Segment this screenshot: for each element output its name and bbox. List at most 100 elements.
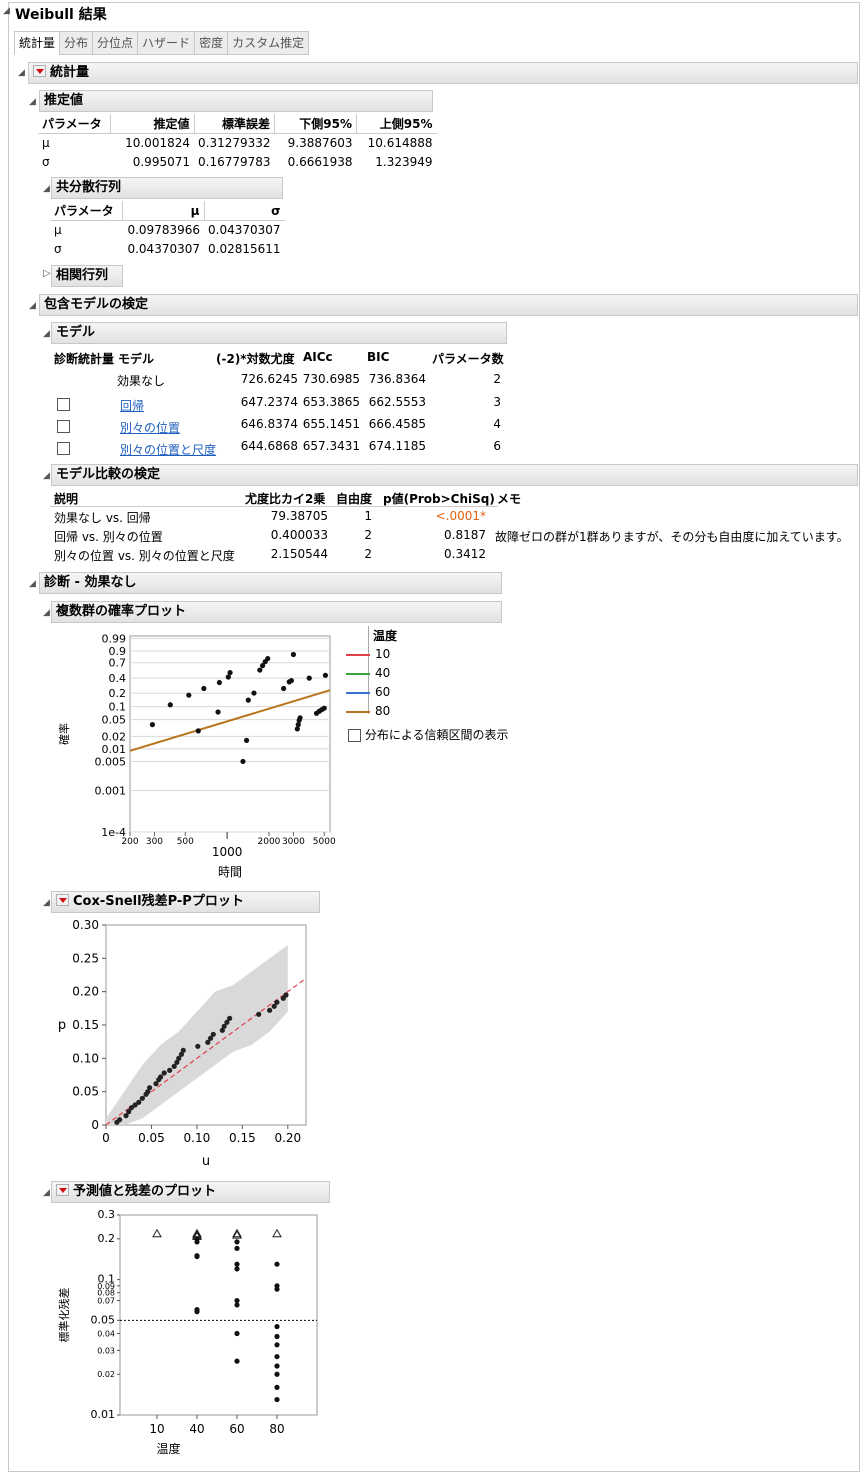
coxsnell-header[interactable]: Cox-Snell残差P-Pプロット	[51, 891, 320, 913]
data-point	[274, 1323, 280, 1330]
disclosure-closed-icon[interactable]: ▷	[43, 268, 51, 279]
tab-hazard[interactable]: ハザード	[137, 31, 196, 55]
table-row: σ 0.04370307 0.02815611	[50, 240, 285, 259]
red-triangle-menu-icon[interactable]	[56, 894, 69, 906]
cell: σ	[54, 242, 62, 256]
data-point	[306, 675, 312, 681]
y-tick-label: 0.005	[95, 755, 127, 768]
cell: 674.1185	[368, 439, 426, 453]
model-comparison-header[interactable]: モデル比較の検定	[51, 464, 858, 486]
red-triangle-menu-icon[interactable]	[56, 1184, 69, 1196]
show-ci-checkbox-row[interactable]: 分布による信頼区間の表示	[348, 726, 508, 743]
model-link[interactable]: 別々の位置と尺度	[120, 441, 216, 458]
disclosure-icon[interactable]: ◢	[43, 471, 50, 481]
legend-item-label: 60	[375, 685, 391, 699]
data-point	[117, 1117, 123, 1123]
y-tick-label: 0.05	[91, 1313, 116, 1326]
nested-model-header[interactable]: 包含モデルの検定	[39, 294, 858, 316]
data-point	[161, 1070, 167, 1076]
cell: 回帰 vs. 別々の位置	[54, 530, 163, 544]
legend-title: 温度	[373, 629, 398, 643]
disclosure-icon[interactable]: ◢	[43, 608, 50, 618]
p-value: 0.3412	[444, 547, 486, 561]
tab-quantiles[interactable]: 分位点	[92, 31, 139, 55]
data-point	[136, 1099, 142, 1105]
y-axis-label: 確率	[57, 723, 71, 745]
statistics-header[interactable]: 統計量	[28, 62, 858, 84]
legend-line	[346, 654, 370, 656]
tab-statistics[interactable]: 統計量	[14, 31, 61, 55]
data-point	[186, 692, 192, 698]
y-tick-label: 0.03	[97, 1346, 115, 1355]
residual-plot: 0.30.20.10.090.080.070.050.040.030.020.0…	[57, 1208, 318, 1456]
y-tick-label: 0.2	[98, 1232, 116, 1245]
table-row: μ 0.09783966 0.04370307	[50, 221, 285, 240]
correlation-header[interactable]: 相関行列	[51, 265, 123, 287]
data-point	[234, 1266, 240, 1272]
data-point	[283, 992, 289, 998]
cell: 666.4585	[368, 417, 426, 431]
diagnostic-checkbox[interactable]	[57, 420, 70, 433]
data-point	[321, 705, 327, 711]
data-point	[194, 1253, 200, 1260]
disclosure-icon[interactable]: ◢	[43, 898, 50, 908]
residual-plot-header[interactable]: 予測値と残差のプロット	[51, 1181, 330, 1203]
x-tick-label: 10	[149, 1422, 164, 1436]
x-tick-label: 1000	[212, 845, 243, 859]
y-tick-label: 0.10	[72, 1051, 99, 1065]
tab-custom-estimate[interactable]: カスタム推定	[227, 31, 310, 55]
x-tick-label: 0.15	[229, 1131, 256, 1145]
legend-item-label: 10	[375, 647, 391, 661]
cell: 2	[364, 547, 372, 561]
data-point	[274, 1261, 280, 1267]
y-tick-label: 0.05	[72, 1085, 99, 1099]
diagnostic-checkbox[interactable]	[57, 398, 70, 411]
data-point	[167, 702, 173, 708]
cell: 0.02815611	[208, 242, 281, 256]
estimates-header[interactable]: 推定値	[39, 90, 433, 112]
cell: 730.6985	[302, 372, 360, 386]
data-point	[274, 1286, 280, 1292]
model-header[interactable]: モデル	[51, 322, 507, 344]
divider	[368, 626, 369, 714]
tab-density[interactable]: 密度	[194, 31, 229, 55]
disclosure-icon[interactable]: ◢	[29, 579, 36, 589]
data-point	[195, 728, 201, 734]
disclosure-icon[interactable]: ◢	[43, 329, 50, 339]
tab-distribution[interactable]: 分布	[59, 31, 94, 55]
x-tick-label: 2000	[258, 837, 281, 847]
col-header: 説明	[54, 492, 79, 506]
cell: 662.5553	[368, 395, 426, 409]
disclosure-icon[interactable]: ◢	[43, 1188, 50, 1198]
cell: 647.2374	[240, 395, 298, 409]
x-tick-label: 5000	[313, 837, 336, 847]
x-tick-label: 3000	[282, 837, 305, 847]
x-tick-label: 60	[229, 1422, 244, 1436]
cell: 0.04370307	[127, 242, 200, 256]
y-tick-label: 0.15	[72, 1018, 99, 1032]
show-ci-checkbox[interactable]	[348, 729, 361, 742]
disclosure-icon[interactable]: ◢	[29, 301, 36, 311]
x-tick-label: 40	[189, 1422, 204, 1436]
probability-plot: 0.990.90.70.40.20.10.050.020.010.0050.00…	[57, 633, 336, 878]
red-triangle-menu-icon[interactable]	[33, 65, 46, 77]
cell: 0.400033	[270, 528, 328, 542]
diagnostics-header[interactable]: 診断 - 効果なし	[39, 572, 502, 594]
covariance-header[interactable]: 共分散行列	[51, 177, 283, 199]
diagnostic-checkbox[interactable]	[57, 442, 70, 455]
model-link[interactable]: 回帰	[120, 397, 144, 414]
data-point	[322, 672, 329, 678]
disclosure-icon[interactable]: ◢	[18, 68, 25, 78]
data-point	[139, 1095, 145, 1101]
data-point	[240, 758, 246, 765]
cell: 644.6868	[240, 439, 298, 453]
data-point	[274, 1384, 280, 1390]
x-tick-label: 0.20	[274, 1131, 301, 1145]
disclosure-icon[interactable]: ◢	[29, 97, 36, 107]
probability-plot-header[interactable]: 複数群の確率プロット	[51, 601, 502, 623]
data-point	[257, 667, 263, 673]
disclosure-icon[interactable]: ◢	[43, 184, 50, 194]
col-header: 上側95%	[356, 114, 437, 134]
model-link[interactable]: 別々の位置	[120, 419, 180, 436]
data-point	[251, 690, 257, 696]
